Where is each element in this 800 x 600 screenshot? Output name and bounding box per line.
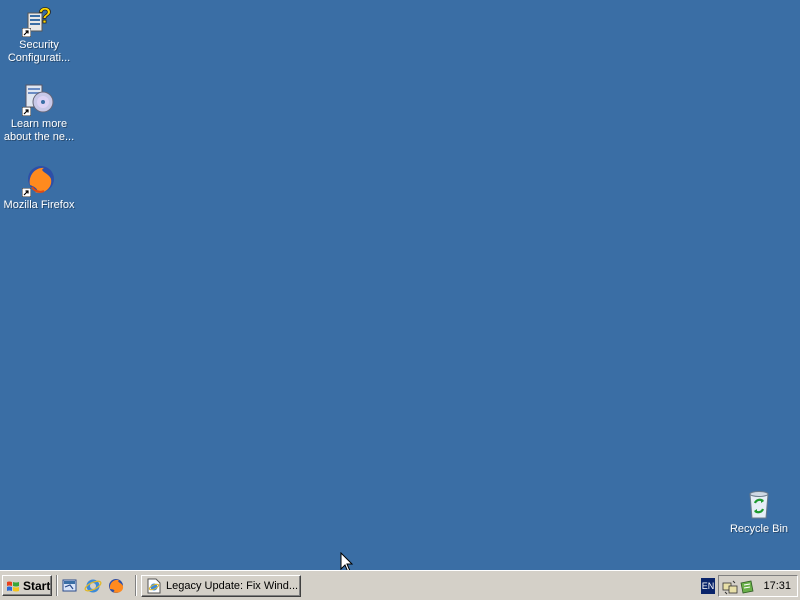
task-button-label: Legacy Update: Fix Wind... (166, 580, 299, 592)
system-tray: 17:31 (718, 575, 798, 597)
learn-more-cd-icon (22, 82, 56, 116)
desktop[interactable]: ? Security Configurati... Learn more abo… (0, 0, 800, 573)
clock[interactable]: 17:31 (763, 579, 791, 593)
desktop-icon-firefox[interactable]: Mozilla Firefox (0, 163, 78, 212)
start-label: Start (23, 578, 51, 593)
internet-explorer-icon[interactable] (84, 577, 102, 595)
desktop-icon-security-configuration[interactable]: ? Security Configurati... (0, 3, 78, 65)
security-configuration-wizard-icon: ? (22, 3, 56, 37)
ie-page-icon (147, 578, 161, 594)
language-indicator[interactable]: EN (701, 578, 715, 594)
network-icon[interactable] (722, 579, 738, 595)
desktop-icon-label: Mozilla Firefox (3, 199, 75, 211)
desktop-icon-recycle-bin[interactable]: Recycle Bin (720, 487, 798, 536)
desktop-icon-label: Security Configurati... (7, 39, 71, 64)
task-button-legacy-update[interactable]: Legacy Update: Fix Wind... (141, 575, 301, 597)
desktop-icon-label: Learn more about the ne... (3, 118, 75, 143)
svg-text:?: ? (38, 3, 51, 28)
taskbar-separator (56, 575, 58, 596)
windows-logo-icon (7, 581, 19, 591)
taskbar-separator (135, 575, 137, 596)
recycle-bin-icon (742, 487, 776, 521)
update-icon[interactable] (739, 579, 755, 595)
taskbar: Start Legacy Update: Fix Wind... EN 17:3… (0, 570, 800, 600)
desktop-icon-label: Recycle Bin (729, 523, 789, 535)
show-desktop-icon[interactable] (61, 577, 79, 595)
shortcut-arrow-icon (22, 107, 31, 116)
shortcut-arrow-icon (22, 188, 31, 197)
start-button[interactable]: Start (2, 575, 52, 596)
desktop-icon-learn-more[interactable]: Learn more about the ne... (0, 82, 78, 144)
firefox-icon (22, 163, 56, 197)
shortcut-arrow-icon (22, 28, 31, 37)
firefox-quicklaunch-icon[interactable] (107, 577, 125, 595)
